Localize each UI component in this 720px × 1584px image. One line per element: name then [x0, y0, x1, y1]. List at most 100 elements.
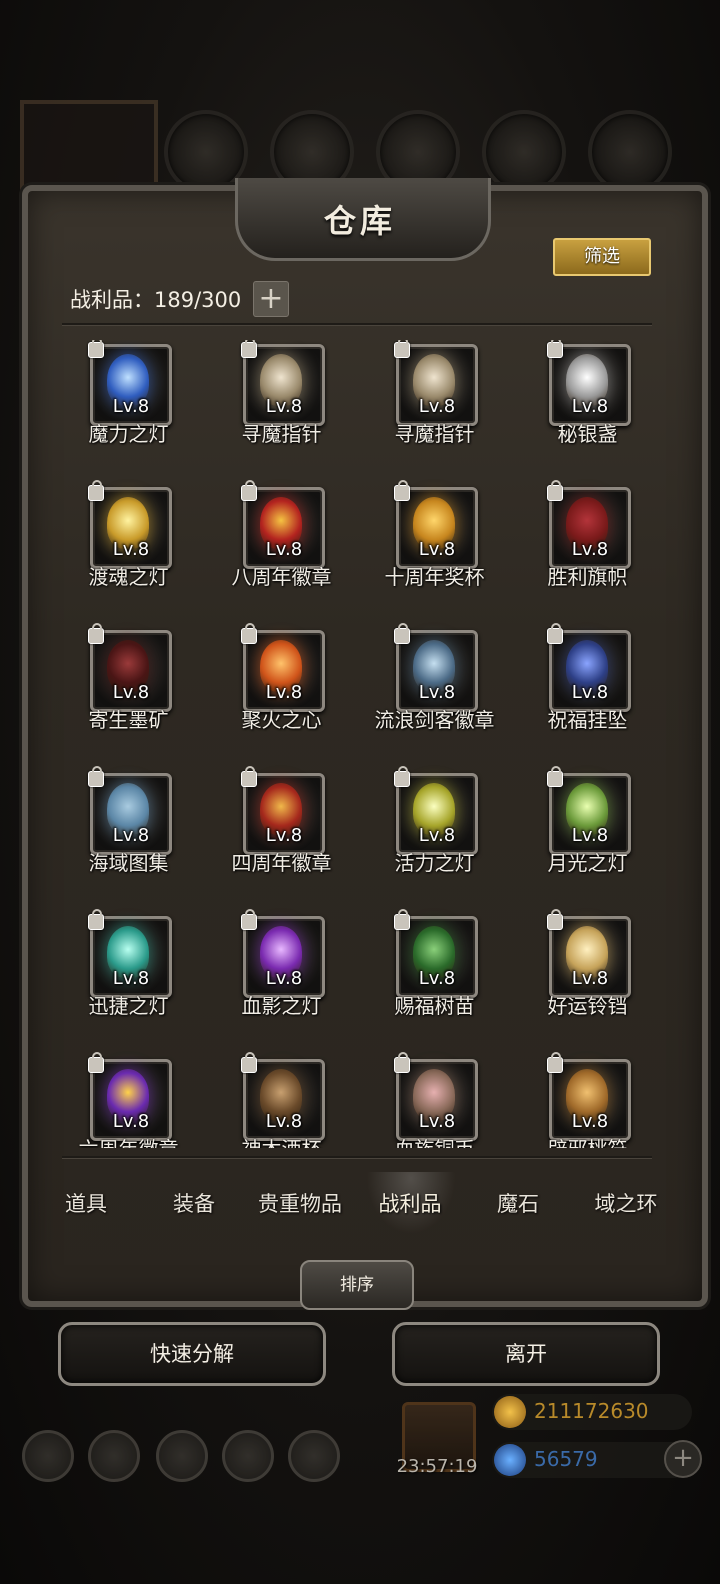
item-level: Lv.8: [571, 1111, 609, 1132]
item-level: Lv.8: [571, 682, 609, 703]
item-name: 海域图集: [88, 851, 169, 875]
item-name: 月光之灯: [547, 851, 628, 875]
lock-icon: [547, 1052, 563, 1073]
item-level: Lv.8: [112, 396, 150, 417]
add-currency-button[interactable]: +: [664, 1440, 702, 1478]
item-slot[interactable]: Lv.8 流浪剑客徽章: [358, 623, 511, 768]
page-title: 仓库: [323, 202, 396, 240]
item-slot[interactable]: Lv.8 祝福挂坠: [511, 623, 664, 768]
item-name: 好运铃铛: [547, 994, 628, 1018]
tab-0[interactable]: 道具: [32, 1188, 140, 1218]
lock-icon: [241, 766, 257, 787]
gift-timer: 23:57:19: [396, 1456, 478, 1477]
item-level: Lv.8: [418, 1111, 456, 1132]
leave-button[interactable]: 离开: [392, 1322, 660, 1386]
lock-icon: [241, 340, 257, 358]
gold-currency: 211172630: [492, 1394, 692, 1430]
lock-icon: [88, 340, 104, 358]
item-slot[interactable]: Lv.8辟邪桃符: [511, 1052, 664, 1148]
item-level: Lv.8: [265, 1111, 303, 1132]
item-slot[interactable]: Lv.8 八周年徽章: [205, 480, 358, 625]
item-slot[interactable]: Lv.8 海域图集: [52, 766, 205, 911]
item-name: 血族铜币: [358, 1133, 511, 1148]
tab-2[interactable]: 贵重物品: [246, 1188, 354, 1218]
gold-coin-icon: [494, 1396, 526, 1428]
item-slot[interactable]: Lv.8 月光之灯: [511, 766, 664, 911]
gear-icon[interactable]: [22, 1430, 74, 1482]
item-level: Lv.8: [112, 1111, 150, 1132]
item-level: Lv.8: [571, 968, 609, 989]
item-name: 胜利旗帜: [547, 565, 628, 589]
gem-amount: 56579: [534, 1447, 598, 1471]
lock-icon: [394, 340, 410, 358]
gem-icon: [494, 1444, 526, 1476]
item-level: Lv.8: [265, 682, 303, 703]
item-name: 聚火之心: [241, 708, 322, 732]
item-slot[interactable]: Lv.8六周年徽章: [52, 1052, 205, 1148]
lock-icon: [547, 766, 563, 787]
item-grid: Lv.8 魔力之灯 Lv.8 寻魔指针 Lv.8 寻魔指针 Lv.8 秘银盏 Lv.8 渡魂之灯 L…: [52, 340, 664, 1148]
mail-icon[interactable]: [222, 1430, 274, 1482]
lock-icon: [547, 340, 563, 358]
dice-icon[interactable]: [288, 1430, 340, 1482]
item-slot[interactable]: Lv.8 寻魔指针: [205, 340, 358, 482]
tab-4[interactable]: 魔石: [464, 1188, 572, 1218]
item-slot[interactable]: Lv.8 聚火之心: [205, 623, 358, 768]
item-slot[interactable]: Lv.8血族铜币: [358, 1052, 511, 1148]
item-level: Lv.8: [265, 825, 303, 846]
filter-button[interactable]: 筛选: [553, 238, 651, 276]
rune-icon[interactable]: [156, 1430, 208, 1482]
item-slot[interactable]: Lv.8 渡魂之灯: [52, 480, 205, 625]
item-name: 迅捷之灯: [88, 994, 169, 1018]
tab-3[interactable]: 战利品: [356, 1188, 464, 1218]
item-name: 血影之灯: [241, 994, 322, 1018]
item-name: 祝福挂坠: [547, 708, 628, 732]
quick-decompose-button[interactable]: 快速分解: [58, 1322, 326, 1386]
sort-button[interactable]: 排序: [300, 1260, 414, 1310]
item-level: Lv.8: [112, 539, 150, 560]
item-name: 神木酒杯: [205, 1133, 358, 1148]
item-name: 活力之灯: [394, 851, 475, 875]
item-slot[interactable]: Lv.8 四周年徽章: [205, 766, 358, 911]
item-slot[interactable]: Lv.8 活力之灯: [358, 766, 511, 911]
item-slot[interactable]: Lv.8 秘银盏: [511, 340, 664, 482]
item-name: 流浪剑客徽章: [374, 708, 495, 732]
lock-icon: [394, 766, 410, 787]
tab-5[interactable]: 域之环: [572, 1188, 680, 1218]
item-name: 辟邪桃符: [511, 1133, 664, 1148]
lock-icon: [241, 1052, 257, 1073]
lock-icon: [88, 1052, 104, 1073]
lock-icon: [547, 909, 563, 930]
item-name: 六周年徽章: [52, 1133, 205, 1148]
item-name: 八周年徽章: [231, 565, 332, 589]
item-slot[interactable]: Lv.8 好运铃铛: [511, 909, 664, 1054]
item-level: Lv.8: [265, 396, 303, 417]
item-slot[interactable]: Lv.8 十周年奖杯: [358, 480, 511, 625]
item-level: Lv.8: [571, 396, 609, 417]
item-name: 魔力之灯: [88, 422, 169, 446]
expand-capacity-button[interactable]: +: [253, 281, 289, 317]
divider-top: [62, 323, 652, 325]
item-slot[interactable]: Lv.8 赐福树苗: [358, 909, 511, 1054]
lock-icon: [547, 480, 563, 501]
item-slot[interactable]: Lv.8 胜利旗帜: [511, 480, 664, 625]
tab-1[interactable]: 装备: [140, 1188, 248, 1218]
lock-icon: [88, 909, 104, 930]
lock-icon: [241, 480, 257, 501]
item-slot[interactable]: Lv.8 寄生墨矿: [52, 623, 205, 768]
star-icon[interactable]: [88, 1430, 140, 1482]
capacity-text: 战利品：189/300: [70, 288, 242, 312]
item-level: Lv.8: [418, 968, 456, 989]
item-slot[interactable]: Lv.8神木酒杯: [205, 1052, 358, 1148]
item-slot[interactable]: Lv.8 魔力之灯: [52, 340, 205, 482]
item-name: 渡魂之灯: [88, 565, 169, 589]
item-name: 赐福树苗: [394, 994, 475, 1018]
item-slot[interactable]: Lv.8 血影之灯: [205, 909, 358, 1054]
item-slot[interactable]: Lv.8 寻魔指针: [358, 340, 511, 482]
item-slot[interactable]: Lv.8 迅捷之灯: [52, 909, 205, 1054]
lock-icon: [394, 909, 410, 930]
lock-icon: [394, 480, 410, 501]
item-level: Lv.8: [265, 539, 303, 560]
lock-icon: [394, 1052, 410, 1073]
category-tabs: 道具 装备 贵重物品 战利品 魔石 域之环: [32, 1172, 684, 1240]
